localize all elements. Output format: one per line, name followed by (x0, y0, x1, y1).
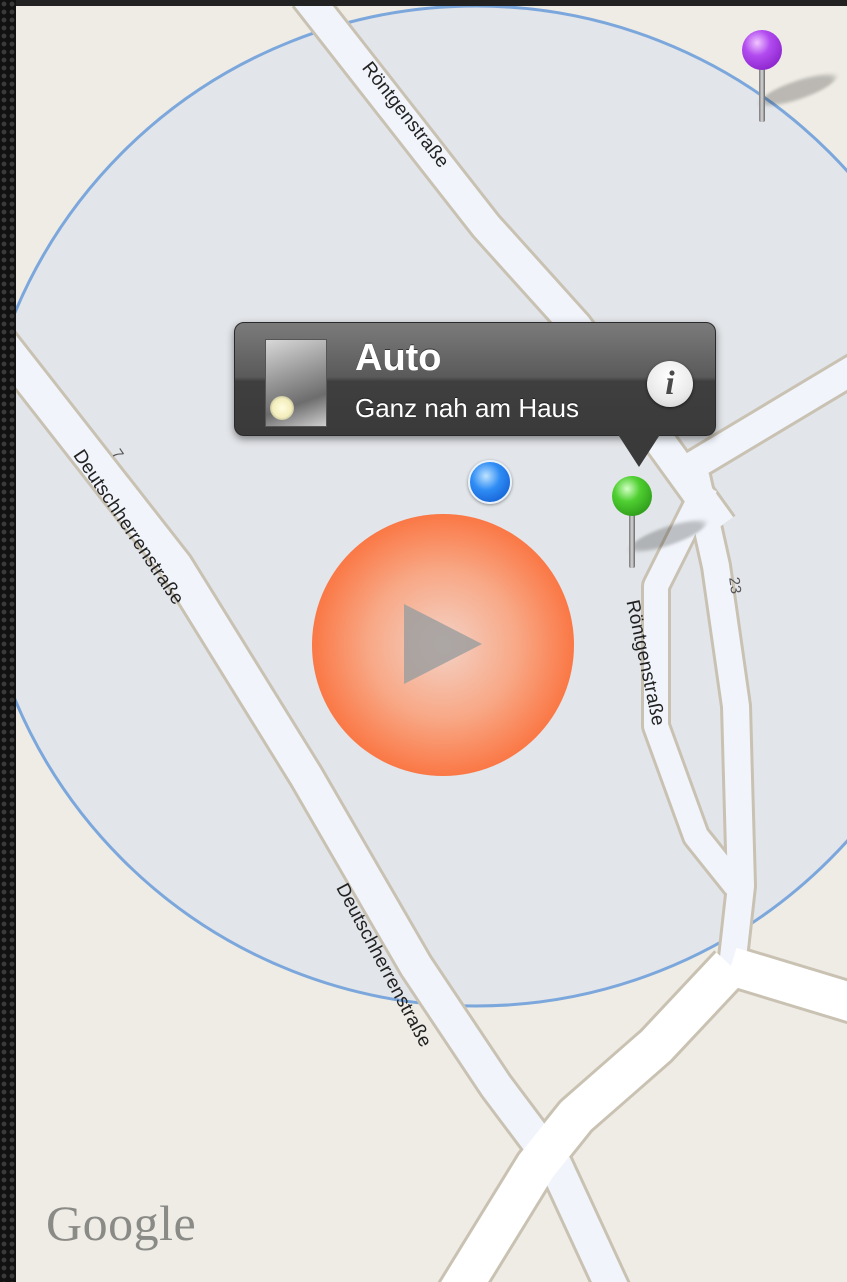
map-pin-green[interactable] (612, 476, 711, 576)
pin-needle (759, 66, 765, 122)
thumbnail-highlight (270, 396, 294, 420)
pin-shadow (755, 68, 841, 112)
frame-edge-pattern (0, 0, 16, 1282)
pin-needle (629, 512, 635, 568)
user-location-dot (468, 460, 512, 504)
play-button[interactable] (312, 514, 574, 776)
info-icon[interactable]: i (647, 361, 693, 407)
callout-title: Auto (355, 337, 442, 379)
map-pin-purple[interactable] (742, 30, 841, 130)
google-logo: Google (46, 1195, 197, 1251)
map-view[interactable]: Röntgenstraße Deutschherrenstraße Röntge… (16, 6, 847, 1282)
device-frame: Röntgenstraße Deutschherrenstraße Röntge… (0, 0, 847, 1282)
callout-subtitle: Ganz nah am Haus (355, 393, 580, 423)
play-icon (404, 604, 482, 684)
pin-shadow (625, 514, 711, 558)
pin-head (742, 30, 782, 70)
callout-thumbnail (265, 339, 327, 427)
callout-pointer (617, 433, 661, 467)
house-number-23: 23 (725, 576, 745, 595)
pin-head (612, 476, 652, 516)
annotation-callout[interactable]: Auto Ganz nah am Haus i (234, 322, 716, 467)
